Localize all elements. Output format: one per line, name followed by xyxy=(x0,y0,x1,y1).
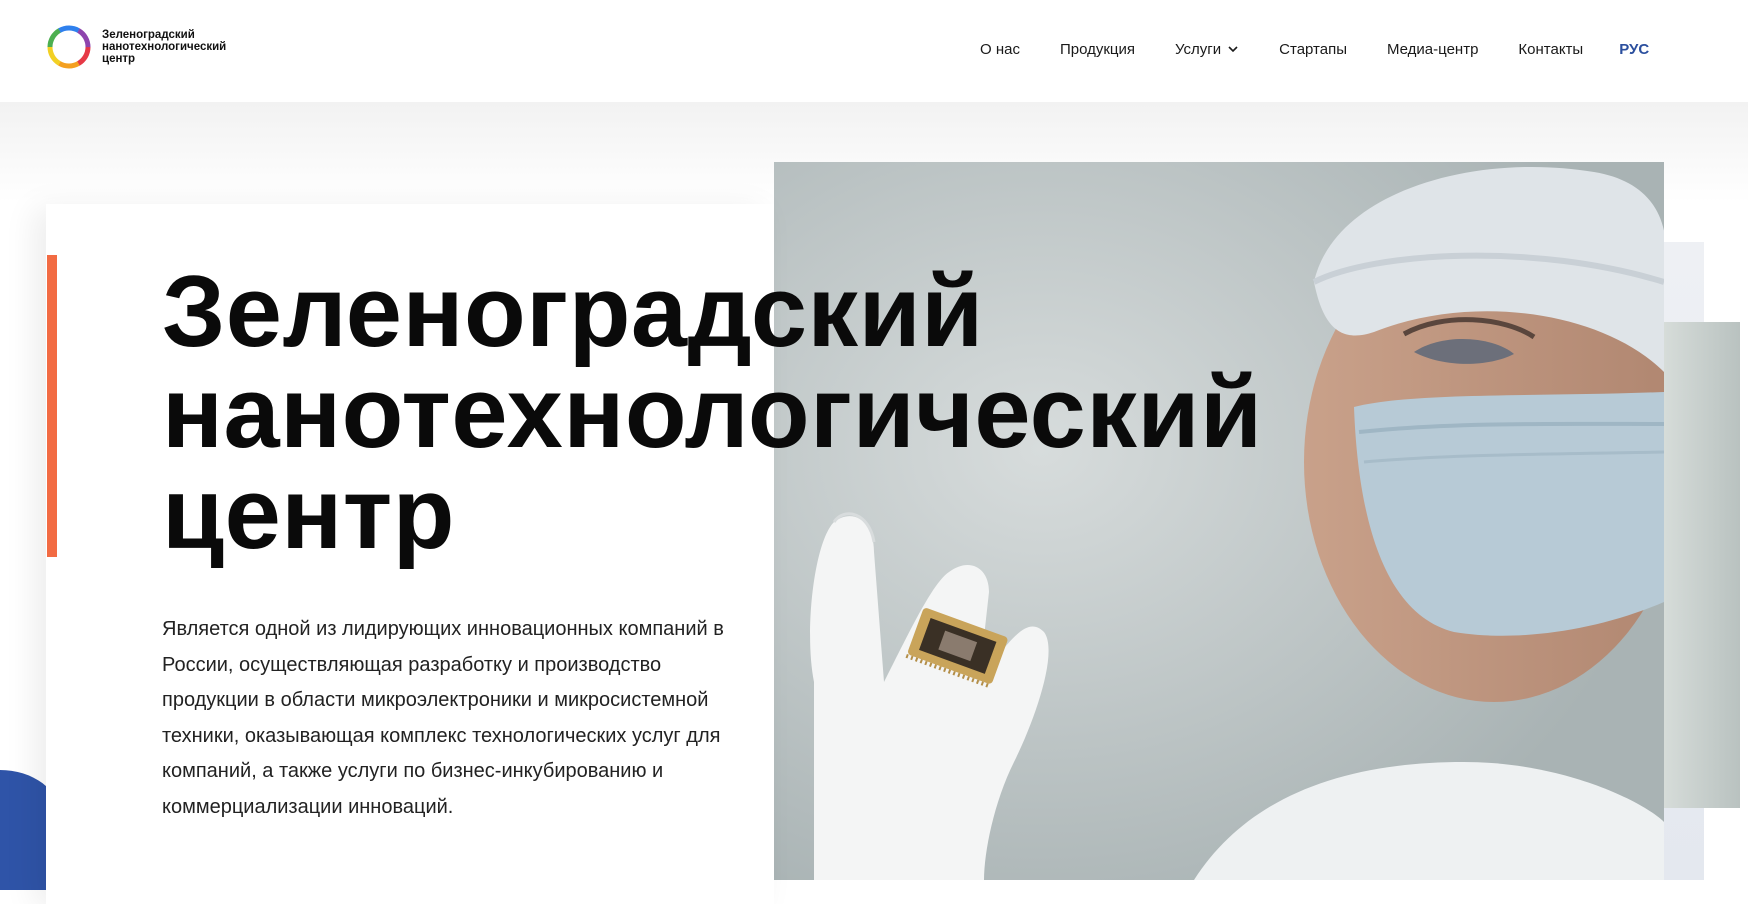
chevron-down-icon xyxy=(1228,46,1238,53)
nav-item-services[interactable]: Услуги xyxy=(1175,38,1239,60)
nav-item-label: Стартапы xyxy=(1279,40,1347,58)
nav-item-about[interactable]: О нас xyxy=(980,38,1020,60)
site-header: Зеленоградский нанотехнологический центр… xyxy=(0,0,1748,102)
nav-item-label: О нас xyxy=(980,40,1020,58)
hero-title: Зеленоградский нанотехнологический центр xyxy=(162,256,1263,570)
nav-item-label: Контакты xyxy=(1518,40,1584,58)
nav-item-contacts[interactable]: Контакты xyxy=(1518,38,1583,60)
nav-item-media-center[interactable]: Медиа-центр xyxy=(1387,38,1478,60)
hero-description: Является одной из лидирующих инновационн… xyxy=(162,618,724,818)
accent-bar xyxy=(47,255,57,557)
nav-item-products[interactable]: Продукция xyxy=(1060,38,1135,60)
nav-item-label: Медиа-центр xyxy=(1387,40,1479,58)
nav-item-label: Продукция xyxy=(1059,40,1136,58)
nav-item-startups[interactable]: Стартапы xyxy=(1279,38,1347,60)
language-switcher[interactable]: РУС xyxy=(1619,41,1649,58)
logo[interactable]: Зеленоградский нанотехнологический центр xyxy=(44,22,252,72)
main-nav: О нас Продукция Услуги Стартапы Медиа-це… xyxy=(980,38,1649,60)
rainbow-ring-logo-icon xyxy=(47,25,91,69)
decorative-back-panel-lab xyxy=(1664,322,1740,808)
logo-text: Зеленоградский нанотехнологический центр xyxy=(102,29,227,65)
nav-item-label: Услуги xyxy=(1175,40,1222,58)
